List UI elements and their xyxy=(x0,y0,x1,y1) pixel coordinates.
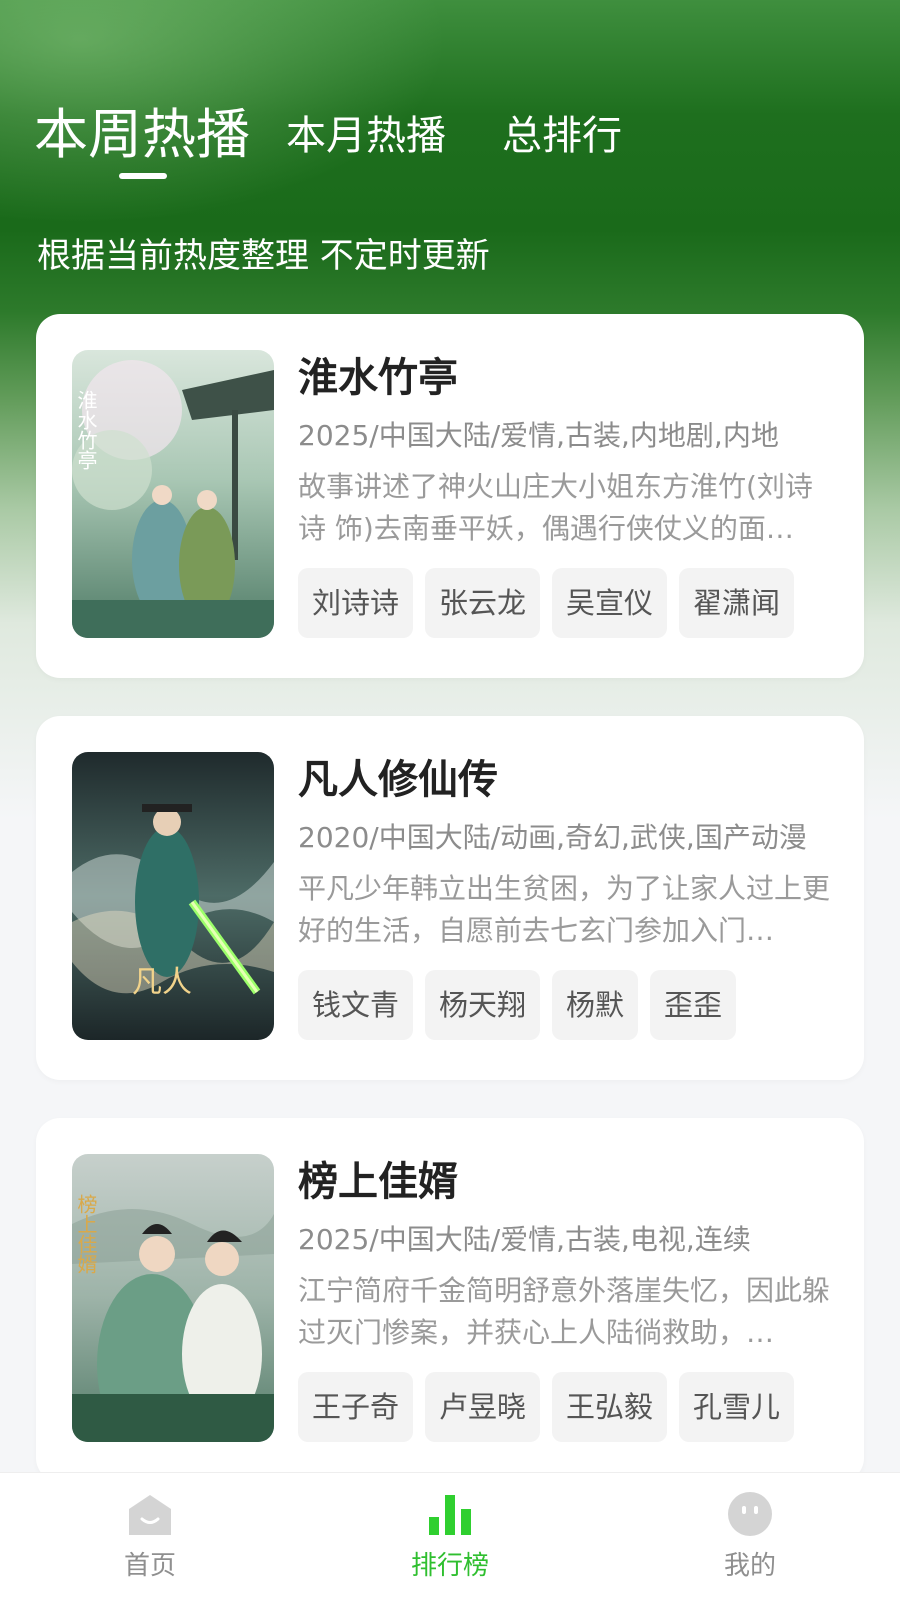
item-description: 故事讲述了神火山庄大小姐东方淮竹(刘诗诗 饰)去南垂平妖，偶遇行侠仗义的面… xyxy=(298,470,813,545)
cast-tag[interactable]: 王弘毅 xyxy=(552,1372,668,1442)
cast-tag[interactable]: 孔雪儿 xyxy=(679,1372,795,1442)
poster-title-text: 榜上佳婿 xyxy=(74,1194,98,1274)
ranking-subtitle: 根据当前热度整理 不定时更新 xyxy=(37,236,490,276)
bar-chart-icon xyxy=(429,1495,471,1535)
cast-tag[interactable]: 王子奇 xyxy=(298,1372,414,1442)
tab-active-indicator xyxy=(119,173,167,179)
cast-tag[interactable]: 钱文青 xyxy=(298,970,414,1040)
cast-tag[interactable]: 杨天翔 xyxy=(425,970,541,1040)
poster-title-text: 淮水竹亭 xyxy=(74,390,98,470)
ranking-tabs: 本周热播 本月热播 总排行 xyxy=(0,80,900,190)
poster-title-text: 凡人 xyxy=(132,965,192,1000)
item-description: 平凡少年韩立出生贫困，为了让家人过上更好的生活，自愿前去七玄门参加入门… xyxy=(298,872,831,947)
ranking-card[interactable]: 榜上佳婿 榜上佳婿 2025/中国大陆/爱情,古装,电视,连续 江宁简府千金简明… xyxy=(36,1118,864,1482)
tab-monthly[interactable]: 本月热播 xyxy=(286,103,446,161)
ranking-card[interactable]: 淮水竹亭 淮水竹亭 2025/中国大陆/爱情,古装,内地剧,内地 故事讲述了神火… xyxy=(36,314,864,678)
item-title[interactable]: 凡人修仙传 xyxy=(298,750,834,810)
item-meta: 2025/中国大陆/爱情,古装,内地剧,内地 xyxy=(298,419,779,452)
cast-tags: 刘诗诗 张云龙 吴宣仪 翟潇闻 xyxy=(298,568,795,638)
poster-image[interactable]: 榜上佳婿 xyxy=(72,1154,274,1442)
nav-profile[interactable]: 我的 xyxy=(650,1473,850,1601)
item-title[interactable]: 淮水竹亭 xyxy=(298,348,834,408)
cast-tag[interactable]: 卢昱晓 xyxy=(425,1372,541,1442)
cast-tag[interactable]: 杨默 xyxy=(552,970,639,1040)
nav-label: 我的 xyxy=(723,1551,776,1581)
ranking-card[interactable]: 凡人 凡人修仙传 2020/中国大陆/动画,奇幻,武侠,国产动漫 平凡少年韩立出… xyxy=(36,716,864,1080)
cast-tag[interactable]: 翟潇闻 xyxy=(679,568,795,638)
tab-overall[interactable]: 总排行 xyxy=(502,103,622,161)
profile-icon xyxy=(728,1492,772,1536)
nav-label: 排行榜 xyxy=(410,1551,489,1581)
item-meta: 2020/中国大陆/动画,奇幻,武侠,国产动漫 xyxy=(298,821,807,854)
item-info: 淮水竹亭 2025/中国大陆/爱情,古装,内地剧,内地 故事讲述了神火山庄大小姐… xyxy=(298,348,834,550)
ranking-list: 淮水竹亭 淮水竹亭 2025/中国大陆/爱情,古装,内地剧,内地 故事讲述了神火… xyxy=(36,314,864,1520)
item-info: 凡人修仙传 2020/中国大陆/动画,奇幻,武侠,国产动漫 平凡少年韩立出生贫困… xyxy=(298,750,834,952)
cast-tag[interactable]: 吴宣仪 xyxy=(552,568,668,638)
item-description: 江宁简府千金简明舒意外落崖失忆，因此躲过灭门惨案，并获心上人陆徜救助，… xyxy=(298,1274,831,1349)
tab-weekly[interactable]: 本周热播 xyxy=(34,90,250,169)
poster-image[interactable]: 淮水竹亭 xyxy=(72,350,274,638)
cast-tag[interactable]: 歪歪 xyxy=(650,970,737,1040)
home-icon xyxy=(129,1495,171,1535)
nav-home[interactable]: 首页 xyxy=(50,1473,250,1601)
cast-tags: 王子奇 卢昱晓 王弘毅 孔雪儿 xyxy=(298,1372,795,1442)
nav-label: 首页 xyxy=(123,1551,176,1581)
cast-tags: 钱文青 杨天翔 杨默 歪歪 xyxy=(298,970,737,1040)
cast-tag[interactable]: 张云龙 xyxy=(425,568,541,638)
bottom-navigation: 首页 排行榜 我的 xyxy=(0,1472,900,1601)
item-info: 榜上佳婿 2025/中国大陆/爱情,古装,电视,连续 江宁简府千金简明舒意外落崖… xyxy=(298,1152,834,1354)
nav-ranking[interactable]: 排行榜 xyxy=(350,1473,550,1601)
poster-image[interactable]: 凡人 xyxy=(72,752,274,1040)
item-title[interactable]: 榜上佳婿 xyxy=(298,1152,834,1212)
cast-tag[interactable]: 刘诗诗 xyxy=(298,568,414,638)
item-meta: 2025/中国大陆/爱情,古装,电视,连续 xyxy=(298,1223,751,1256)
